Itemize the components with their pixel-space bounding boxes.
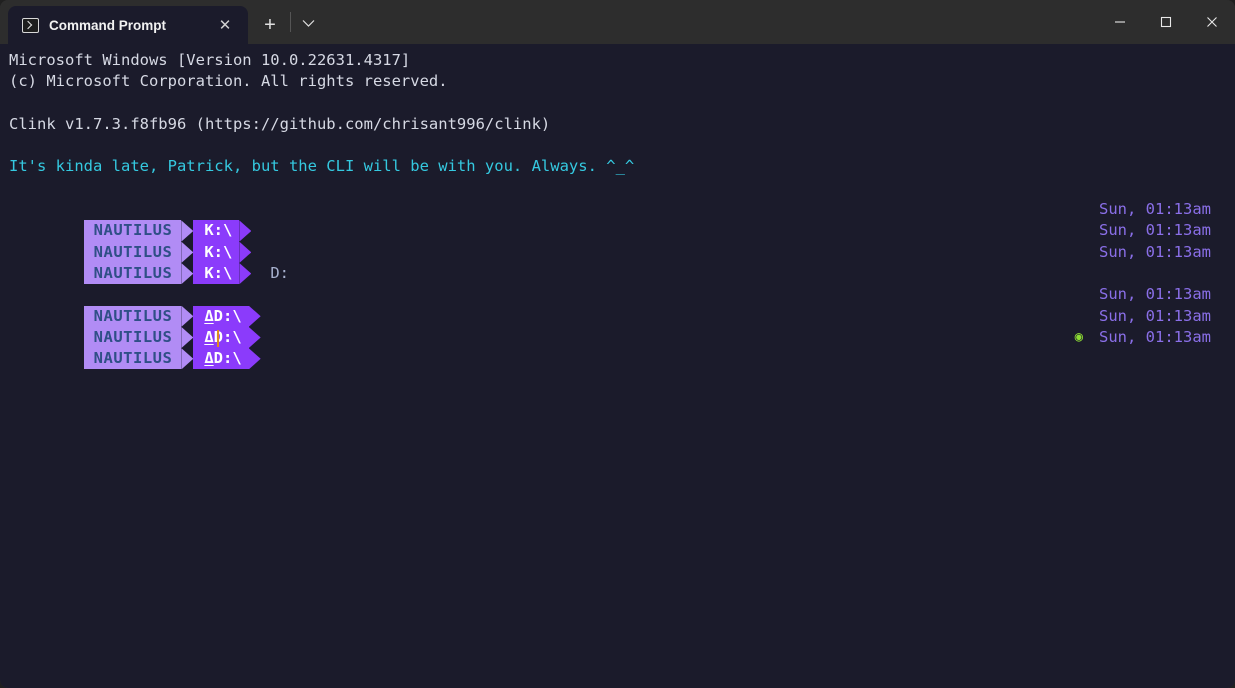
prompt-row-with-command: NAUTILUS K:\ D: Sun, 01:13am (9, 242, 1235, 285)
powerline-arrow-icon (248, 348, 261, 370)
prompt-path-segment: Δ D:\ (193, 348, 249, 370)
powerline-arrow-icon (181, 348, 194, 370)
tab-strip: Command Prompt ✕ + (0, 0, 323, 44)
prompt-timestamp: Sun, 01:13am (1099, 242, 1211, 261)
status-dot-icon: ◉ (1074, 328, 1083, 345)
new-tab-button[interactable]: + (252, 6, 288, 44)
prompt-host-segment: NAUTILUS (83, 348, 182, 370)
tab-label: Command Prompt (49, 17, 167, 33)
active-prompt-row[interactable]: NAUTILUS Δ D:\ ◉ Sun, 01:13am (9, 327, 1235, 370)
prompt-timestamp: Sun, 01:13am (1099, 285, 1211, 304)
output-line-clink: Clink v1.7.3.f8fb96 (https://github.com/… (9, 114, 551, 133)
chevron-down-icon[interactable] (293, 6, 323, 44)
close-button[interactable] (1189, 0, 1235, 44)
output-line-version: Microsoft Windows [Version 10.0.22631.43… (9, 51, 411, 69)
text-cursor (217, 329, 219, 347)
prompt-row: NAUTILUS Δ D:\ Sun, 01:13am (9, 284, 1235, 327)
prompt-timestamp: Sun, 01:13am (1099, 327, 1211, 346)
output-line-copyright: (c) Microsoft Corporation. All rights re… (9, 72, 448, 91)
close-tab-icon[interactable]: ✕ (212, 12, 238, 38)
prompt-timestamp: Sun, 01:13am (1099, 306, 1211, 325)
tab-divider (290, 12, 291, 32)
output-line-greeting: It's kinda late, Patrick, but the CLI wi… (9, 157, 635, 176)
terminal-screen: Microsoft Windows [Version 10.0.22631.43… (0, 44, 1235, 370)
minimize-button[interactable] (1097, 0, 1143, 44)
console-icon (22, 17, 39, 33)
title-bar: Command Prompt ✕ + (0, 0, 1235, 44)
prompt-timestamp: Sun, 01:13am (1099, 200, 1211, 219)
powerline-prompt: NAUTILUS Δ D:\ (83, 348, 261, 370)
terminal-window: Command Prompt ✕ + Microsoft Windows [Ve… (0, 0, 1235, 688)
delta-marker-icon: Δ (204, 349, 214, 368)
tab-command-prompt[interactable]: Command Prompt ✕ (8, 6, 248, 44)
window-controls (1097, 0, 1235, 44)
prompt-row: NAUTILUS K:\ Sun, 01:13am (9, 199, 1235, 242)
prompt-row: NAUTILUS Δ D:\ Sun, 01:13am (9, 306, 1235, 349)
prompt-timestamp: Sun, 01:13am (1099, 221, 1211, 240)
prompt-path-text: D:\ (213, 349, 242, 368)
prompt-row: NAUTILUS K:\ Sun, 01:13am (9, 220, 1235, 263)
terminal-output[interactable]: Microsoft Windows [Version 10.0.22631.43… (0, 44, 1235, 688)
maximize-button[interactable] (1143, 0, 1189, 44)
